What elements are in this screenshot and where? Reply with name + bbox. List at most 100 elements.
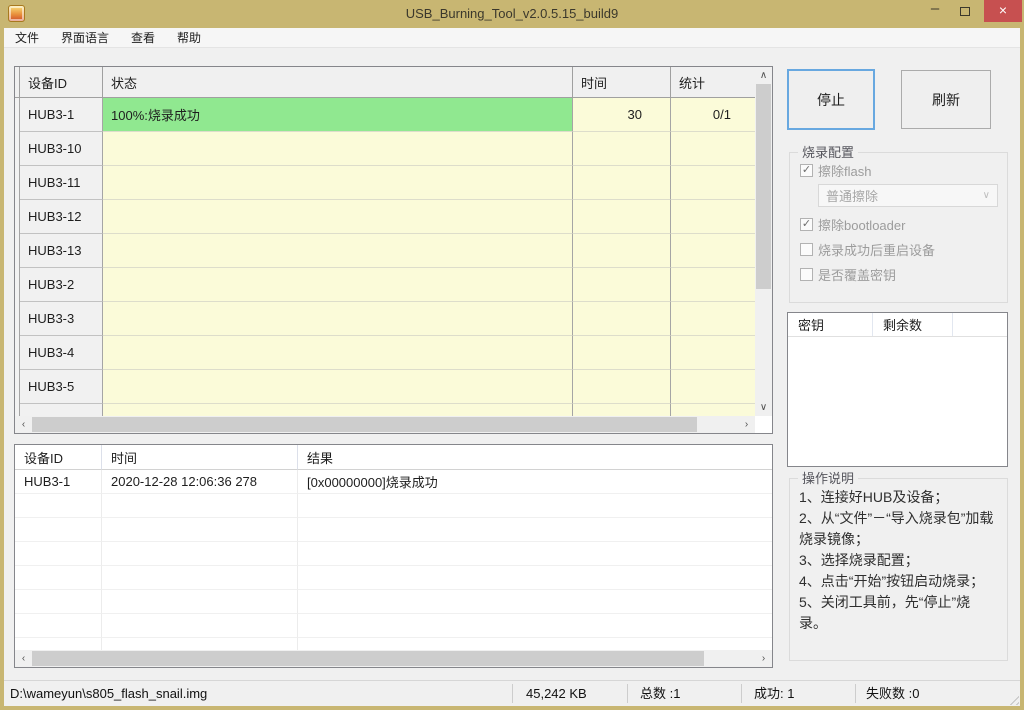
maximize-icon — [960, 7, 970, 16]
log-table-horizontal-scrollbar[interactable]: ‹ › — [15, 650, 772, 667]
vertical-scrollbar-thumb[interactable] — [756, 84, 771, 289]
usb-burning-tool-window: { "window": { "title": "USB_Burning_Tool… — [0, 0, 1024, 710]
log-row-empty — [15, 638, 772, 650]
status-cell — [103, 336, 573, 370]
time-cell — [573, 336, 671, 370]
menu-language[interactable]: 界面语言 — [50, 28, 120, 48]
device-id-cell: HUB3-13 — [20, 234, 103, 268]
instructions-group: 操作说明 1、连接好HUB及设备；2、从“文件”－“导入烧录包”加载烧录镜像；3… — [789, 478, 1008, 661]
time-cell — [573, 132, 671, 166]
scroll-right-icon[interactable]: › — [738, 416, 755, 433]
table-row[interactable] — [15, 404, 755, 416]
column-header-key[interactable]: 密钥 — [788, 313, 873, 336]
device-table: 设备ID 状态 时间 统计 HUB3-1100%:烧录成功300/1HUB3-1… — [15, 67, 755, 416]
device-table-body: HUB3-1100%:烧录成功300/1HUB3-10HUB3-11HUB3-1… — [15, 98, 755, 416]
menubar: 文件 界面语言 查看 帮助 — [4, 28, 1020, 48]
device-id-cell: HUB3-1 — [20, 98, 103, 132]
menu-view[interactable]: 查看 — [120, 28, 166, 48]
maximize-button[interactable] — [954, 0, 976, 22]
instructions-text: 1、连接好HUB及设备；2、从“文件”－“导入烧录包”加载烧录镜像；3、选择烧录… — [790, 479, 1007, 634]
column-header-device-id[interactable]: 设备ID — [20, 67, 103, 98]
menu-file[interactable]: 文件 — [4, 28, 50, 48]
time-cell — [573, 370, 671, 404]
refresh-button[interactable]: 刷新 — [901, 70, 991, 129]
stat-cell — [671, 234, 755, 268]
horizontal-scrollbar-thumb[interactable] — [32, 417, 697, 432]
statusbar: D:\wameyun\s805_flash_snail.img 45,242 K… — [4, 680, 1020, 706]
scroll-right-icon[interactable]: › — [755, 650, 772, 667]
table-row[interactable]: HUB3-1100%:烧录成功300/1 — [15, 98, 755, 132]
config-option-reboot-after-success[interactable]: 烧录成功后重启设备 — [800, 241, 1007, 257]
window-body: 文件 界面语言 查看 帮助 设备ID 状态 时间 统计 HUB3-1100%:烧… — [4, 28, 1020, 706]
log-row-empty — [15, 542, 772, 566]
log-column-header-result[interactable]: 结果 — [298, 445, 772, 470]
table-row[interactable]: HUB3-10 — [15, 132, 755, 166]
table-row[interactable]: HUB3-12 — [15, 200, 755, 234]
stat-cell — [671, 404, 755, 416]
burn-config-group: 烧录配置 ✓ 擦除flash 普通擦除 ∨ ✓ 擦除bootloader 烧录成… — [789, 152, 1008, 303]
log-table: 设备ID 时间 结果 HUB3-12020-12-28 12:06:36 278… — [15, 445, 772, 650]
config-option-erase-flash[interactable]: ✓ 擦除flash — [800, 162, 1007, 178]
log-table-body: HUB3-12020-12-28 12:06:36 278[0x00000000… — [15, 470, 772, 650]
status-cell — [103, 234, 573, 268]
device-table-header: 设备ID 状态 时间 统计 — [15, 67, 755, 98]
table-row[interactable]: HUB3-3 — [15, 302, 755, 336]
checkbox-checked-icon[interactable]: ✓ — [800, 164, 813, 177]
menu-help[interactable]: 帮助 — [166, 28, 212, 48]
burn-config-title: 烧录配置 — [798, 144, 858, 161]
status-cell — [103, 404, 573, 416]
minimize-button[interactable]: – — [924, 0, 946, 22]
time-cell: 30 — [573, 98, 671, 132]
config-option-label: 擦除flash — [818, 161, 871, 180]
time-cell — [573, 200, 671, 234]
key-table-panel: 密钥 剩余数 — [787, 312, 1008, 467]
column-header-remaining[interactable]: 剩余数 — [873, 313, 953, 336]
log-row-empty — [15, 566, 772, 590]
device-id-cell: HUB3-2 — [20, 268, 103, 302]
table-row[interactable]: HUB3-11 — [15, 166, 755, 200]
column-header-time[interactable]: 时间 — [573, 67, 671, 98]
scroll-down-icon[interactable]: ∨ — [755, 399, 772, 416]
column-header-stat[interactable]: 统计 — [671, 67, 755, 98]
checkbox-checked-icon[interactable]: ✓ — [800, 218, 813, 231]
instruction-line: 3、选择烧录配置； — [799, 550, 998, 571]
checkbox-unchecked-icon[interactable] — [800, 243, 813, 256]
scroll-up-icon[interactable]: ∧ — [755, 67, 772, 84]
checkbox-unchecked-icon[interactable] — [800, 268, 813, 281]
status-separator — [741, 684, 742, 703]
config-option-label: 是否覆盖密钥 — [818, 265, 896, 284]
log-column-header-time[interactable]: 时间 — [102, 445, 298, 470]
scroll-left-icon[interactable]: ‹ — [15, 416, 32, 433]
log-row-empty — [15, 614, 772, 638]
horizontal-scrollbar-thumb[interactable] — [32, 651, 704, 666]
device-id-cell: HUB3-11 — [20, 166, 103, 200]
status-failed: 失败数 :0 — [866, 681, 919, 707]
log-column-header-device-id[interactable]: 设备ID — [15, 445, 102, 470]
device-table-vertical-scrollbar[interactable]: ∧ ∨ — [755, 67, 772, 416]
resize-grip[interactable] — [1006, 692, 1019, 705]
config-option-label: 烧录成功后重启设备 — [818, 240, 935, 259]
log-table-panel: 设备ID 时间 结果 HUB3-12020-12-28 12:06:36 278… — [14, 444, 773, 668]
table-row[interactable]: HUB3-2 — [15, 268, 755, 302]
erase-mode-select[interactable]: 普通擦除 ∨ — [818, 184, 998, 207]
chevron-down-icon: ∨ — [983, 190, 990, 201]
table-row[interactable]: HUB3-5 — [15, 370, 755, 404]
config-option-overwrite-key[interactable]: 是否覆盖密钥 — [800, 266, 1007, 282]
log-row-empty — [15, 590, 772, 614]
table-row[interactable]: HUB3-13 — [15, 234, 755, 268]
stat-cell — [671, 268, 755, 302]
stop-button[interactable]: 停止 — [787, 69, 875, 130]
status-image-path: D:\wameyun\s805_flash_snail.img — [10, 681, 207, 707]
scroll-left-icon[interactable]: ‹ — [15, 650, 32, 667]
log-row[interactable]: HUB3-12020-12-28 12:06:36 278[0x00000000… — [15, 470, 772, 494]
log-row-empty — [15, 494, 772, 518]
status-cell — [103, 200, 573, 234]
column-header-status[interactable]: 状态 — [103, 67, 573, 98]
status-cell — [103, 166, 573, 200]
status-cell — [103, 268, 573, 302]
device-table-horizontal-scrollbar[interactable]: ‹ › — [15, 416, 755, 433]
config-option-erase-bootloader[interactable]: ✓ 擦除bootloader — [800, 216, 1007, 232]
close-button[interactable]: × — [984, 0, 1022, 22]
table-row[interactable]: HUB3-4 — [15, 336, 755, 370]
stat-cell — [671, 166, 755, 200]
